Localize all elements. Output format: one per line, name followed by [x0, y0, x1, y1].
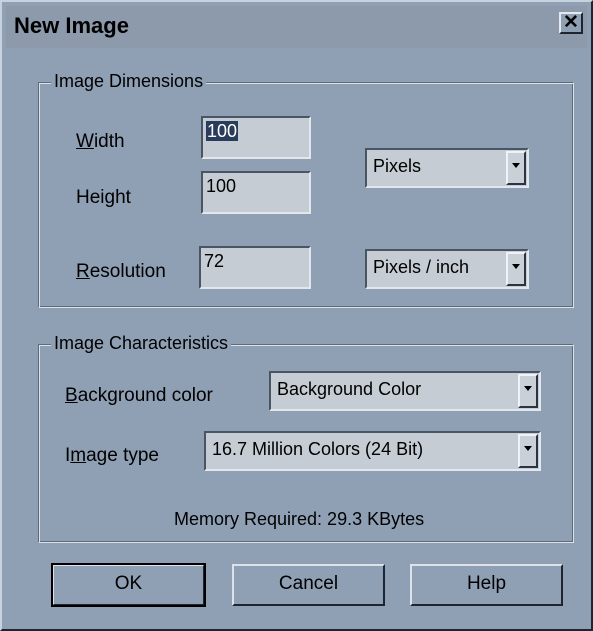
image-type-value: 16.7 Million Colors (24 Bit) [212, 439, 424, 459]
width-input[interactable]: 100 [201, 116, 311, 159]
chevron-down-icon[interactable] [518, 434, 538, 468]
chevron-down-icon[interactable] [506, 151, 526, 185]
resolution-value: 72 [204, 251, 225, 271]
image-type-label: Image type [65, 445, 160, 466]
chevron-down-icon[interactable] [518, 374, 538, 408]
image-characteristics-group: Image Characteristics Background color B… [38, 333, 574, 543]
image-type-select[interactable]: 16.7 Million Colors (24 Bit) [204, 431, 541, 471]
width-value: 100 [206, 121, 239, 141]
height-label: Height [76, 187, 131, 208]
close-button[interactable]: ✕ [559, 12, 583, 34]
background-color-label: Background color [65, 385, 213, 406]
new-image-dialog: New Image ✕ Image Dimensions Width 100 H… [0, 0, 593, 631]
height-value: 100 [206, 176, 237, 196]
cancel-button[interactable]: Cancel [232, 564, 385, 606]
image-dimensions-legend: Image Dimensions [51, 71, 207, 92]
ok-button[interactable]: OK [51, 563, 206, 607]
memory-required-text: Memory Required: 29.3 KBytes [174, 509, 425, 529]
units-select[interactable]: Pixels [365, 148, 529, 188]
close-icon: ✕ [563, 12, 579, 33]
height-input[interactable]: 100 [201, 171, 311, 214]
dialog-title: New Image [14, 13, 129, 38]
resolution-units-value: Pixels / inch [373, 257, 470, 277]
background-color-select[interactable]: Background Color [269, 371, 541, 411]
chevron-down-icon[interactable] [506, 252, 526, 286]
units-value: Pixels [373, 156, 422, 176]
title-bar[interactable]: New Image ✕ [6, 6, 587, 48]
background-color-value: Background Color [277, 379, 422, 399]
image-dimensions-group: Image Dimensions Width 100 Height 100 Pi… [38, 71, 574, 308]
resolution-label: Resolution [76, 261, 166, 282]
help-button[interactable]: Help [410, 564, 563, 606]
resolution-units-select[interactable]: Pixels / inch [365, 249, 529, 289]
width-label: Width [76, 131, 125, 152]
resolution-input[interactable]: 72 [199, 246, 311, 289]
image-characteristics-legend: Image Characteristics [51, 333, 232, 354]
